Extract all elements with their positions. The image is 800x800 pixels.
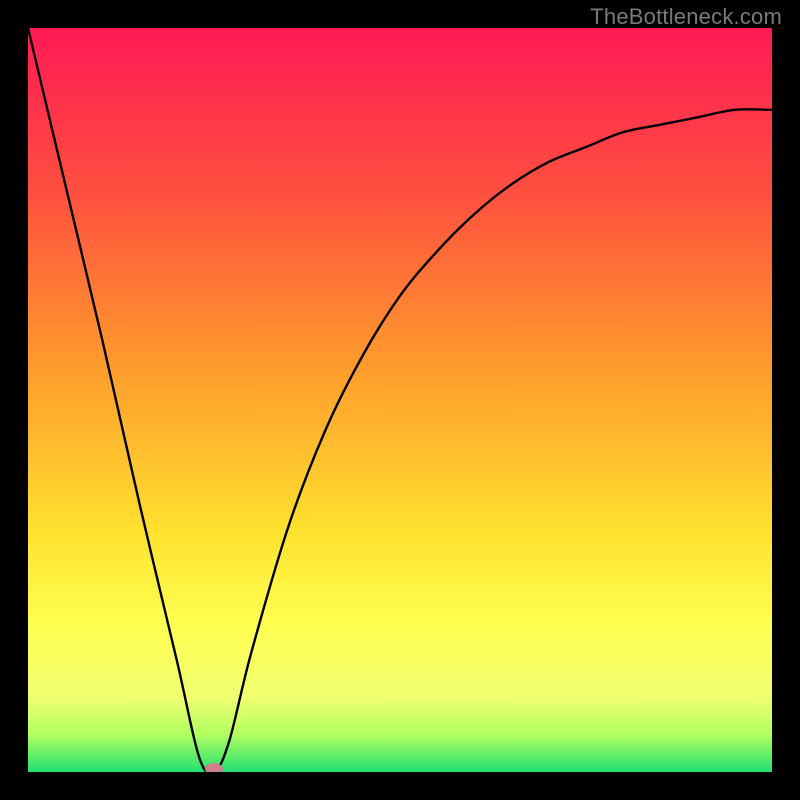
gradient-background: [28, 28, 772, 772]
chart-frame: TheBottleneck.com: [0, 0, 800, 800]
watermark-text: TheBottleneck.com: [590, 4, 782, 30]
bottleneck-curve-chart: [28, 28, 772, 772]
plot-area: [28, 28, 772, 772]
